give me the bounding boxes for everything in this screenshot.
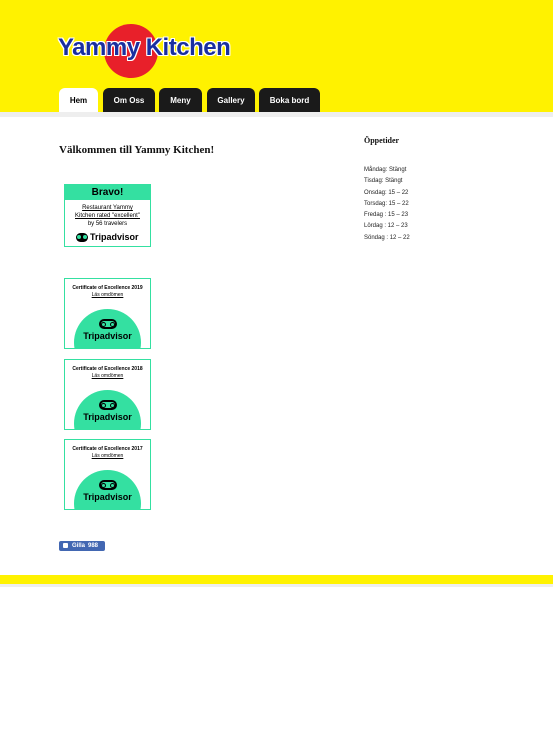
hours-wednesday: Onsdag: 15 – 22 bbox=[364, 189, 409, 196]
certificate-title: Certificate of Excellence 2019 bbox=[72, 285, 143, 291]
hours-monday: Måndag: Stängt bbox=[364, 167, 407, 173]
site-header: Yammy Kitchen Hem Om Oss Meny Gallery Bo… bbox=[0, 0, 553, 112]
tripadvisor-owl-icon bbox=[99, 319, 117, 329]
tripadvisor-logo: Tripadvisor bbox=[76, 232, 139, 242]
certificate-dome bbox=[74, 390, 141, 429]
nav-item-om-oss[interactable]: Om Oss bbox=[103, 88, 155, 112]
certificate-brand: Tripadvisor bbox=[83, 492, 132, 502]
opening-hours-list: Måndag: Stängt Tisdag: Stängt Onsdag: 15… bbox=[364, 165, 410, 244]
nav-item-meny[interactable]: Meny bbox=[159, 88, 202, 112]
tripadvisor-bravo-badge[interactable]: Bravo! Restaurant Yammy Kitchen rated "e… bbox=[64, 184, 151, 247]
like-label: Gilla bbox=[72, 543, 86, 549]
footer-band bbox=[0, 575, 553, 584]
reviews-link[interactable]: Läs omdömen bbox=[65, 292, 150, 298]
badge-brand: Tripadvisor bbox=[90, 232, 139, 242]
nav-item-boka-bord[interactable]: Boka bord bbox=[259, 88, 320, 112]
hours-sunday: Söndag : 12 – 22 bbox=[364, 234, 410, 241]
certificate-title: Certificate of Excellence 2018 bbox=[72, 366, 143, 372]
page-title: Välkommen till Yammy Kitchen! bbox=[59, 144, 215, 156]
certificate-2019[interactable]: Certificate of Excellence 2019 Läs omdöm… bbox=[64, 278, 151, 349]
like-count: 988 bbox=[88, 543, 99, 549]
hours-tuesday: Tisdag: Stängt bbox=[364, 178, 403, 185]
nav-item-hem[interactable]: Hem bbox=[59, 88, 98, 112]
certificate-title: Certificate of Excellence 2017 bbox=[72, 446, 143, 452]
certificate-brand: Tripadvisor bbox=[83, 412, 132, 422]
certificate-2017[interactable]: Certificate of Excellence 2017 Läs omdöm… bbox=[64, 439, 151, 510]
tripadvisor-owl-icon bbox=[76, 232, 88, 242]
tripadvisor-owl-icon bbox=[99, 480, 117, 490]
badge-text: Restaurant Yammy Kitchen rated "excellen… bbox=[65, 204, 150, 228]
footer-divider bbox=[0, 584, 553, 587]
reviews-link[interactable]: Läs omdömen bbox=[65, 453, 150, 459]
certificate-2018[interactable]: Certificate of Excellence 2018 Läs omdöm… bbox=[64, 359, 151, 430]
facebook-like-button[interactable]: Gilla 988 bbox=[59, 541, 105, 551]
thumbs-up-icon bbox=[63, 543, 68, 548]
reviews-link[interactable]: Läs omdömen bbox=[65, 373, 150, 379]
site-logo[interactable]: Yammy Kitchen bbox=[58, 24, 231, 80]
hours-friday: Fredag : 15 – 23 bbox=[364, 212, 409, 219]
certificate-brand: Tripadvisor bbox=[83, 331, 132, 341]
nav-item-gallery[interactable]: Gallery bbox=[207, 88, 255, 112]
tripadvisor-owl-icon bbox=[99, 400, 117, 410]
certificate-dome bbox=[74, 470, 141, 509]
badge-heading: Bravo! bbox=[65, 185, 150, 200]
logo-text: Yammy Kitchen bbox=[58, 34, 231, 61]
badge-line-2[interactable]: Kitchen rated "excellent" bbox=[75, 213, 140, 219]
opening-hours-title: Öppetider bbox=[364, 136, 400, 145]
hours-saturday: Lördag : 12 – 23 bbox=[364, 223, 408, 230]
certificate-dome bbox=[74, 309, 141, 348]
badge-line-1[interactable]: Restaurant Yammy bbox=[82, 205, 133, 211]
badge-line-3[interactable]: by 56 travelers bbox=[88, 221, 127, 227]
header-divider bbox=[0, 112, 553, 117]
hours-thursday: Torsdag: 15 – 22 bbox=[364, 200, 409, 207]
